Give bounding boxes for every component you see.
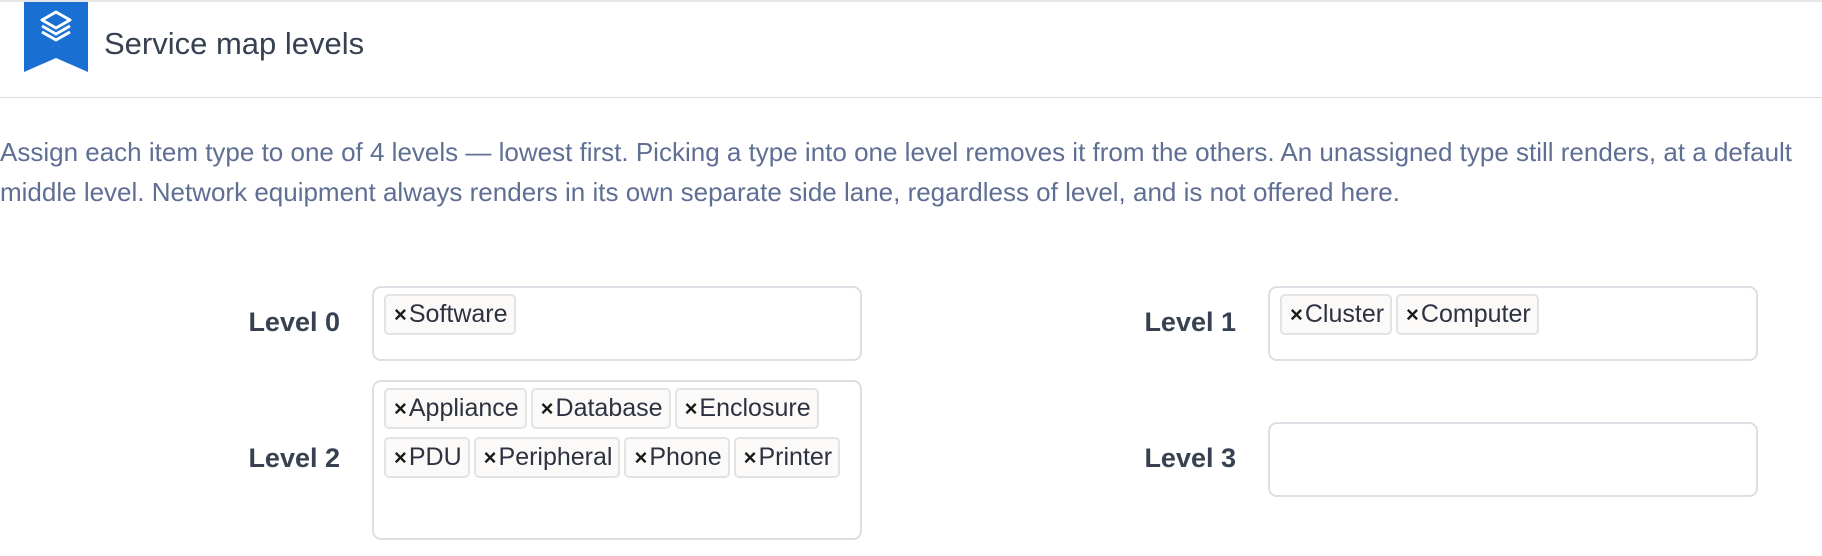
- tag-computer[interactable]: × Computer: [1396, 294, 1539, 335]
- tag-software[interactable]: × Software: [384, 294, 516, 335]
- level-1-select[interactable]: × Cluster × Computer: [1268, 286, 1758, 361]
- level-1-label: Level 1: [1144, 307, 1236, 337]
- remove-icon[interactable]: ×: [394, 396, 407, 422]
- remove-icon[interactable]: ×: [484, 445, 497, 471]
- remove-icon[interactable]: ×: [541, 396, 554, 422]
- remove-icon[interactable]: ×: [394, 445, 407, 471]
- remove-icon[interactable]: ×: [394, 302, 407, 328]
- tag-database[interactable]: × Database: [530, 388, 671, 429]
- section-header: Service map levels: [0, 2, 1822, 98]
- tag-enclosure[interactable]: × Enclosure: [674, 388, 819, 429]
- layers-icon: [24, 2, 88, 72]
- remove-icon[interactable]: ×: [685, 396, 698, 422]
- tag-printer[interactable]: × Printer: [733, 437, 841, 478]
- level-2-label: Level 2: [248, 443, 340, 473]
- remove-icon[interactable]: ×: [744, 445, 757, 471]
- level-0-select[interactable]: × Software: [372, 286, 862, 361]
- remove-icon[interactable]: ×: [1406, 302, 1419, 328]
- level-2-select[interactable]: × Appliance × Database × Enclosure × PDU × Periph…: [372, 380, 862, 540]
- remove-icon[interactable]: ×: [634, 445, 647, 471]
- level-0-label: Level 0: [248, 307, 340, 337]
- tag-phone[interactable]: × Phone: [624, 437, 730, 478]
- tag-peripheral[interactable]: × Peripheral: [473, 437, 621, 478]
- tag-cluster[interactable]: × Cluster: [1280, 294, 1393, 335]
- tag-pdu[interactable]: × PDU: [384, 437, 470, 478]
- tag-appliance[interactable]: × Appliance: [384, 388, 527, 429]
- remove-icon[interactable]: ×: [1290, 302, 1303, 328]
- help-text: Assign each item type to one of 4 levels…: [0, 137, 1793, 207]
- page-title: Service map levels: [104, 26, 365, 61]
- level-3-label: Level 3: [1144, 443, 1236, 473]
- level-3-select[interactable]: [1268, 422, 1758, 497]
